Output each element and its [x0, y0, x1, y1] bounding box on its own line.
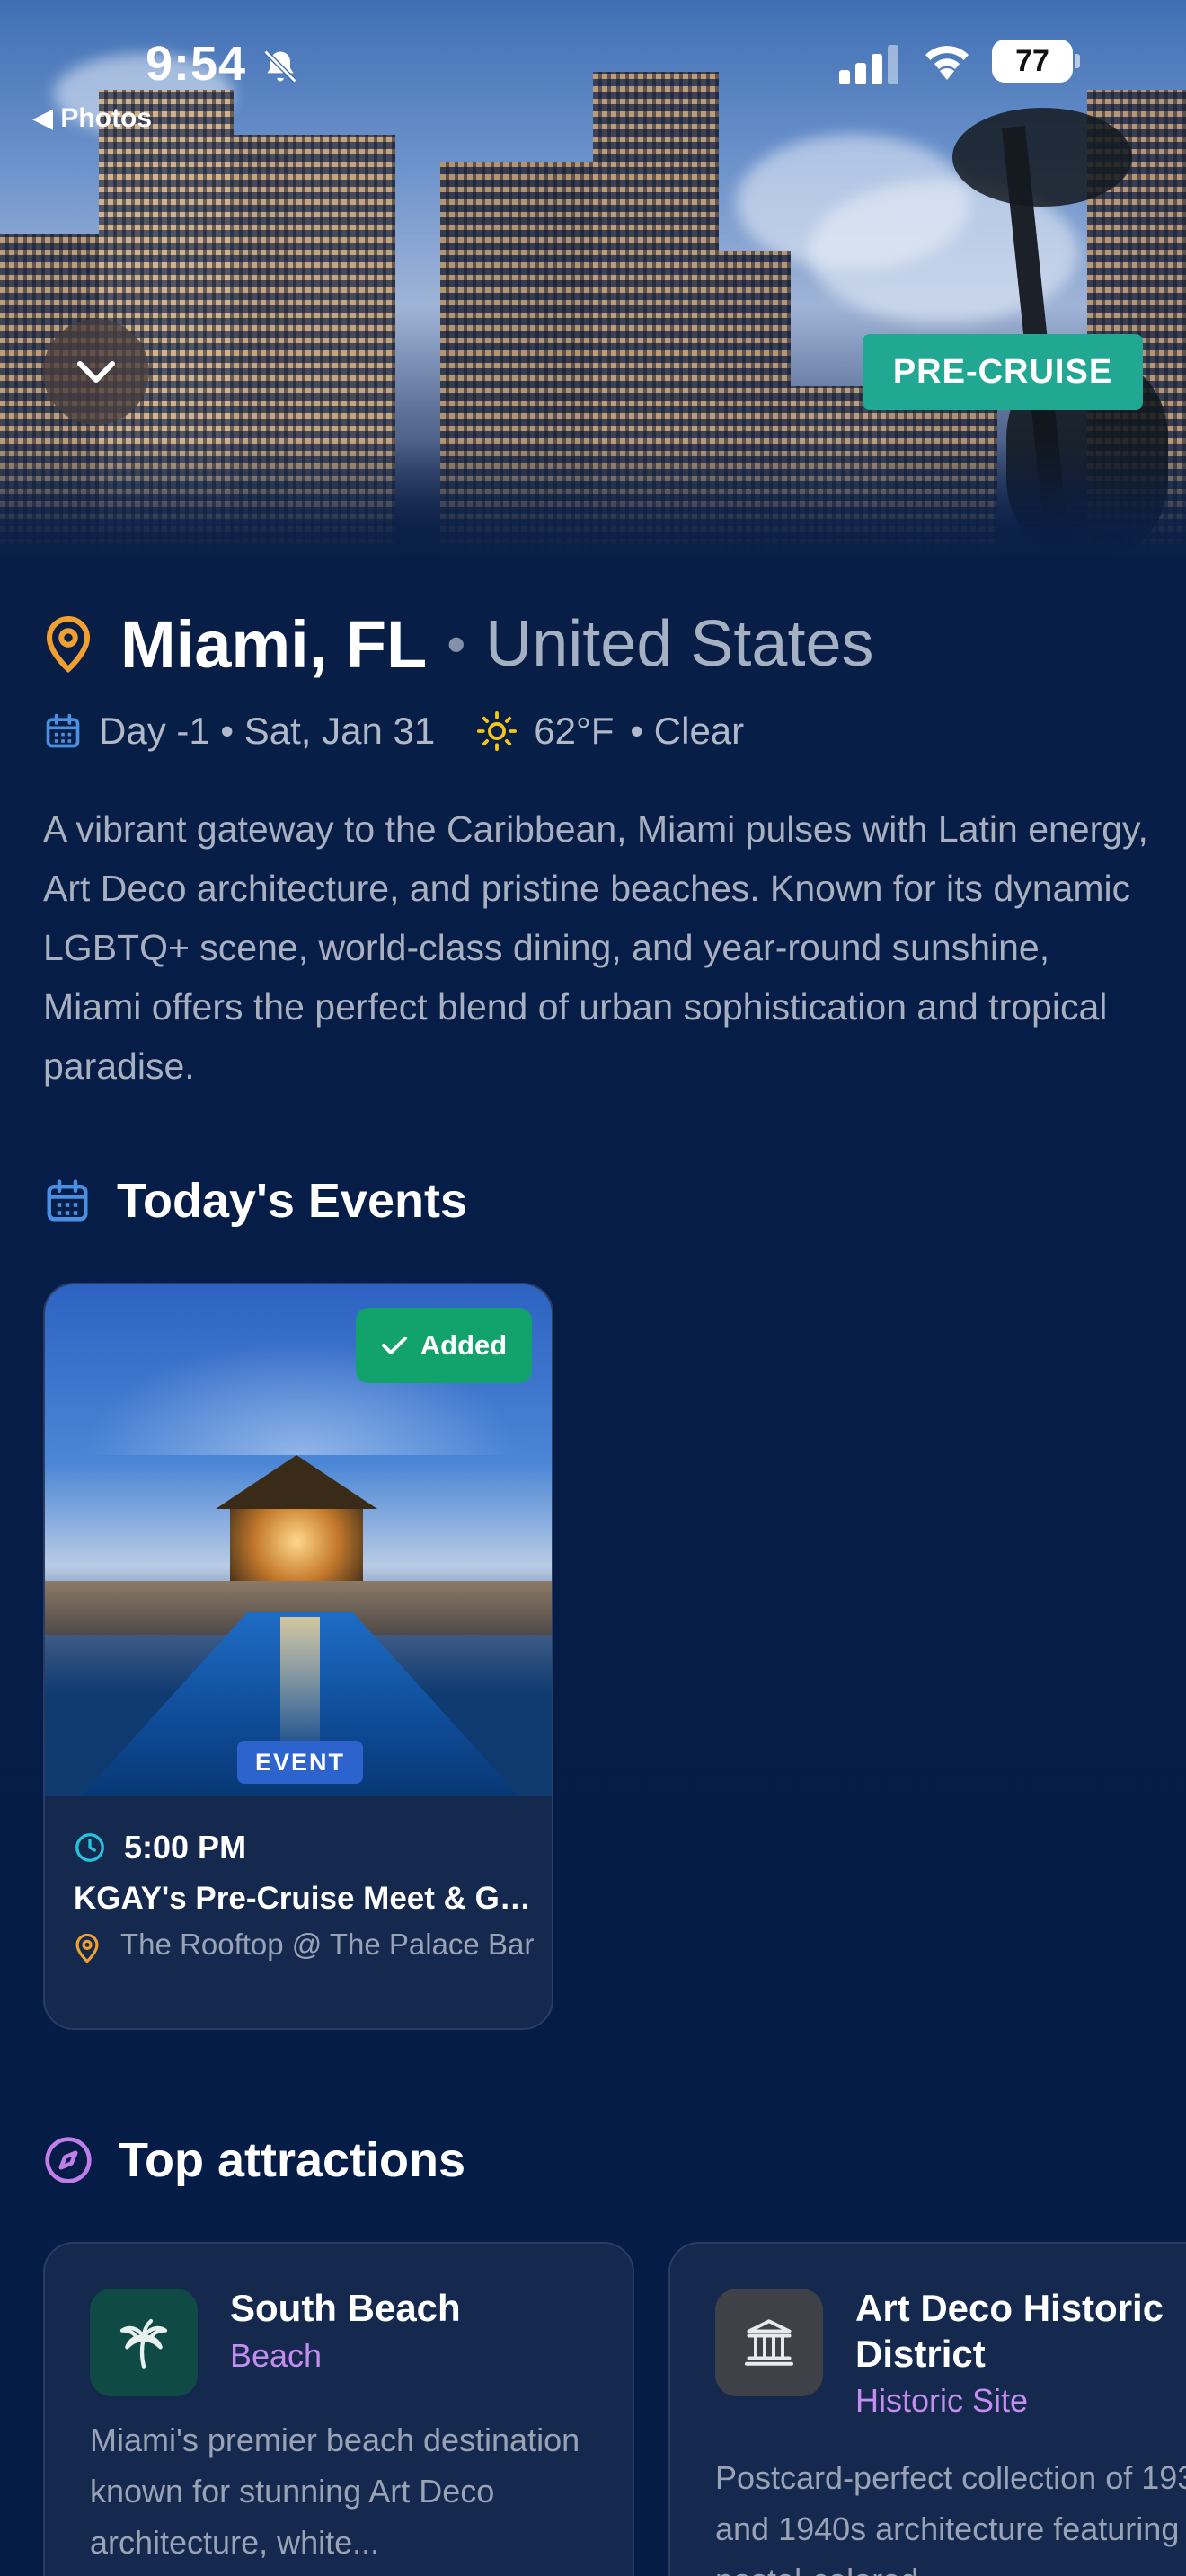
- destination-description: A vibrant gateway to the Caribbean, Miam…: [43, 808, 1148, 1087]
- event-image: Added EVENT: [45, 1284, 552, 1796]
- destination-page: 9:54 ◀ Photos 77 PRE-CRUISE Miami, FL • …: [0, 0, 1186, 2576]
- calendar-icon: [46, 713, 80, 748]
- event-venue-row: The Rooftop @ The Palace Bar: [74, 1928, 543, 1963]
- added-label: Added: [420, 1329, 508, 1361]
- event-title: KGAY's Pre-Cruise Meet & Greet: [74, 1881, 541, 1916]
- attractions-section-header: Top attractions: [43, 2132, 465, 2188]
- calendar-icon: [47, 1179, 88, 1222]
- attraction-icon-tile: [715, 2289, 823, 2396]
- chevron-down-icon: [77, 361, 115, 383]
- collapse-button[interactable]: [43, 319, 149, 425]
- map-pin-icon: [46, 615, 91, 674]
- compass-icon: [45, 2137, 92, 2183]
- day-weather-row: Day -1 • Sat, Jan 31 62°F • Clear: [43, 706, 744, 756]
- checkmark-icon: [381, 1337, 407, 1354]
- location-header: Miami, FL • United States: [43, 604, 874, 684]
- clock-icon: [75, 1833, 104, 1862]
- event-type-tag: EVENT: [237, 1741, 363, 1784]
- palm-tree-icon: [119, 2318, 168, 2369]
- attraction-description: Miami's premier beach destination known …: [90, 2422, 580, 2561]
- weather-condition: • Clear: [630, 710, 745, 752]
- event-venue: The Rooftop @ The Palace Bar: [120, 1928, 535, 1961]
- attractions-heading: Top attractions: [119, 2133, 466, 2187]
- wifi-icon: [925, 46, 969, 80]
- country-name: United States: [485, 608, 874, 680]
- attraction-card[interactable]: Art Deco Historic District Historic Site…: [668, 2242, 1186, 2576]
- events-heading: Today's Events: [117, 1174, 467, 1228]
- pre-cruise-badge: PRE-CRUISE: [863, 334, 1143, 410]
- map-pin-icon: [75, 1933, 99, 1963]
- event-card[interactable]: Added EVENT 5:00 PM KGAY's Pre-Cruise Me…: [43, 1283, 553, 2030]
- attraction-card[interactable]: South Beach Beach Miami's premier beach …: [43, 2242, 634, 2576]
- event-time-row: 5:00 PM: [74, 1829, 246, 1866]
- event-time: 5:00 PM: [124, 1829, 247, 1866]
- bell-slash-icon: [263, 49, 297, 84]
- attraction-icon-tile: [90, 2289, 198, 2396]
- clock: 9:54: [146, 37, 247, 91]
- status-bar: 9:54 ◀ Photos 77: [0, 36, 1186, 133]
- signal-icon: [839, 45, 898, 84]
- added-badge[interactable]: Added: [356, 1308, 532, 1383]
- separator: •: [447, 613, 466, 675]
- attraction-category: Beach: [230, 2337, 323, 2374]
- sun-icon: [477, 710, 518, 752]
- attraction-description: Postcard-perfect collection of 1930s and…: [715, 2459, 1186, 2576]
- temperature: 62°F: [534, 710, 615, 752]
- city-name: Miami, FL: [120, 606, 428, 682]
- battery-icon: 77: [992, 40, 1080, 83]
- landmark-icon: [745, 2319, 793, 2366]
- attraction-name: Art Deco Historic District: [855, 2287, 1164, 2375]
- attraction-category: Historic Site: [855, 2382, 1029, 2419]
- back-to-photos-link[interactable]: ◀ Photos: [32, 102, 152, 134]
- day-date: Day -1 • Sat, Jan 31: [99, 710, 436, 752]
- events-section-header: Today's Events: [43, 1173, 467, 1229]
- attraction-name: South Beach: [230, 2287, 461, 2329]
